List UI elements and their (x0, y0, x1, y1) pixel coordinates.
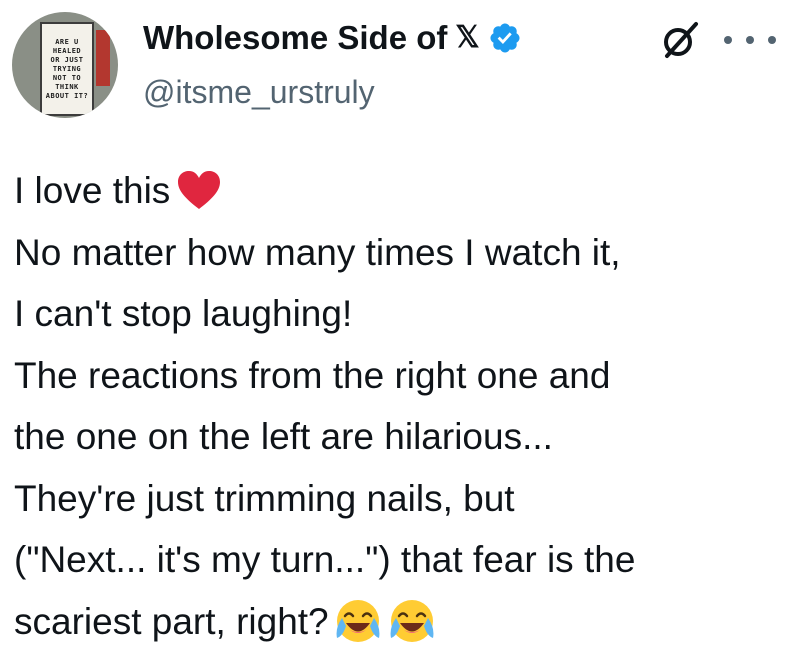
heart-icon (178, 171, 221, 210)
dot (746, 36, 754, 44)
tweet-line: the one on the left are hilarious... (14, 416, 553, 457)
sign-line: ARE U (55, 37, 79, 46)
face-with-tears-of-joy-icon (336, 599, 380, 642)
author-display-name[interactable]: Wholesome Side of (143, 19, 447, 57)
dot (768, 36, 776, 44)
grok-icon[interactable] (660, 20, 700, 60)
avatar-red-block (96, 30, 110, 86)
tweet-line: ("Next... it's my turn...") that fear is… (14, 539, 636, 580)
tweet-line: They're just trimming nails, but (14, 477, 515, 519)
sign-line: TRYING (52, 64, 82, 73)
avatar-sign: ARE U HEALED OR JUST TRYING NOT TO THINK… (40, 22, 94, 116)
tweet-line: The reactions from the right one and (14, 354, 611, 396)
dot (724, 36, 732, 44)
x-logo-icon: 𝕏 (455, 21, 480, 54)
verified-badge-icon[interactable] (488, 21, 522, 55)
sign-line: THINK (55, 82, 79, 91)
more-options-icon[interactable] (724, 26, 776, 54)
sign-line: ABOUT IT? (45, 91, 89, 100)
sign-line: OR JUST (50, 55, 84, 64)
tweet: ARE U HEALED OR JUST TRYING NOT TO THINK… (0, 0, 800, 666)
tweet-line: I can't stop laughing! (14, 293, 353, 334)
tweet-line: scariest part, right? (14, 591, 789, 653)
tweet-line: No matter how many times I watch it, (14, 231, 621, 273)
sign-line: NOT TO (52, 73, 82, 82)
author-name-row: Wholesome Side of 𝕏 (143, 12, 522, 64)
tweet-text: I love this No matter how many times I w… (14, 160, 789, 652)
avatar[interactable]: ARE U HEALED OR JUST TRYING NOT TO THINK… (12, 12, 118, 118)
sign-line: HEALED (52, 46, 82, 55)
tweet-line-text: scariest part, right? (14, 600, 329, 642)
author-handle[interactable]: @itsme_urstruly (143, 74, 375, 111)
tweet-line: I love this (14, 160, 789, 222)
face-with-tears-of-joy-icon (390, 599, 434, 642)
tweet-line-text: I love this (14, 170, 171, 211)
